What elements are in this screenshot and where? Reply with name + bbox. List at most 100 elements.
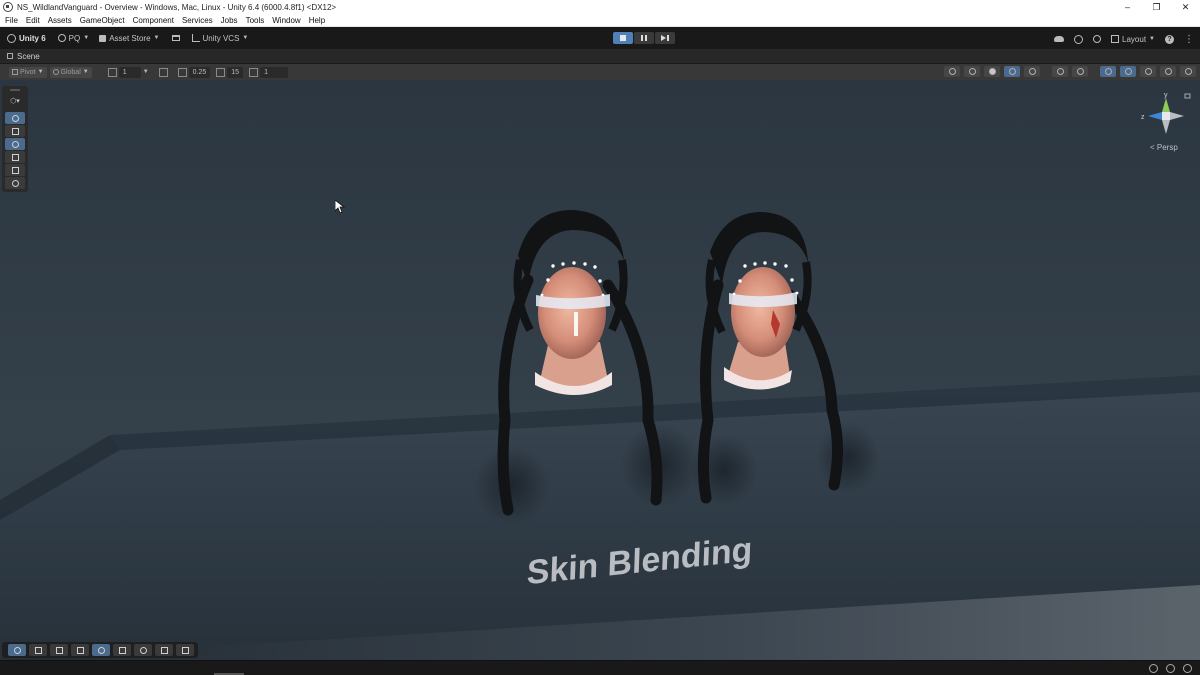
gizmo-center[interactable]	[1162, 112, 1170, 120]
rotate-icon	[11, 140, 19, 148]
menu-window[interactable]: Window	[268, 14, 304, 27]
orientation-gizmo[interactable]: y z	[1140, 90, 1194, 148]
projection-label[interactable]: < Persp	[1150, 143, 1178, 152]
asset-store-dropdown[interactable]: Asset Store ▼	[95, 30, 163, 46]
2d-icon	[1056, 68, 1064, 75]
bug-icon[interactable]	[1149, 664, 1158, 673]
overlay-tool-5[interactable]	[92, 644, 110, 656]
pivot-dropdown[interactable]: Pivot ▼	[9, 66, 47, 78]
layout-dropdown[interactable]: Layout ▼	[1111, 31, 1155, 47]
menu-file[interactable]: File	[0, 14, 22, 27]
menu-services[interactable]: Services	[178, 14, 217, 27]
chevron-down-icon: ▼	[1149, 36, 1155, 42]
settings-icon[interactable]	[1183, 664, 1192, 673]
lock-icon[interactable]	[1184, 93, 1191, 99]
menu-component[interactable]: Component	[129, 14, 178, 27]
menu-bar: File Edit Assets GameObject Component Se…	[0, 14, 1200, 27]
version-control-dropdown[interactable]: Unity VCS ▼	[188, 30, 253, 46]
tab-scene[interactable]: Scene	[0, 52, 40, 61]
package-manager-button[interactable]	[168, 30, 184, 46]
scale-snap-field[interactable]: 1	[260, 66, 289, 78]
menu-help[interactable]: Help	[305, 14, 329, 27]
more-options-icon[interactable]: ⋮	[1184, 34, 1194, 44]
overlay-tool-6[interactable]	[113, 644, 131, 656]
audio-toggle-button[interactable]	[1072, 66, 1088, 77]
account-dropdown[interactable]: PQ ▼	[54, 30, 94, 46]
unity-account-button[interactable]: Unity 6	[3, 30, 50, 46]
window-title-bar: NS_WildlandVanguard - Overview - Windows…	[0, 0, 1200, 14]
grid-snap-field[interactable]: 1	[118, 66, 141, 78]
overlay-tool-3[interactable]	[50, 644, 68, 656]
orientation-icon	[948, 68, 956, 75]
layers-icon	[1144, 68, 1152, 75]
account-icon	[57, 34, 66, 42]
unity-logo-icon	[7, 33, 16, 43]
lighting-button[interactable]	[1004, 66, 1020, 77]
rotation-snap-field[interactable]: 15	[227, 66, 244, 78]
snap-toggle-icon[interactable]	[158, 67, 168, 77]
toolbar-right: Layout ▼ ? ⋮	[1054, 31, 1194, 47]
visibility-button[interactable]	[1120, 66, 1136, 77]
menu-tools[interactable]: Tools	[242, 14, 269, 27]
overlay-tool-2[interactable]	[29, 644, 47, 656]
layout-label: Layout	[1122, 34, 1147, 44]
rotation-snap-icon[interactable]	[216, 67, 226, 77]
pause-button[interactable]	[634, 32, 654, 44]
wireframe-icon	[968, 68, 976, 75]
restore-button[interactable]: ❐	[1142, 0, 1171, 14]
scale-tool-button[interactable]	[5, 151, 25, 163]
camera-settings-button[interactable]	[1160, 66, 1176, 77]
global-dropdown[interactable]: Global ▼	[49, 66, 92, 78]
debug-draw-button[interactable]	[1024, 66, 1040, 77]
rect-tool-button[interactable]	[5, 164, 25, 176]
rotation-snap-value: 15	[231, 68, 240, 76]
history-icon[interactable]	[1074, 34, 1084, 44]
help-icon[interactable]: ?	[1165, 34, 1174, 44]
wireframe-button[interactable]	[964, 66, 980, 77]
overlay-tool-7[interactable]	[134, 644, 152, 656]
increment-snap-icon[interactable]	[177, 67, 187, 77]
move-tool-button[interactable]	[5, 125, 25, 137]
overlay-tool-9[interactable]	[176, 644, 194, 656]
hand-tool-button[interactable]	[5, 112, 25, 124]
2d-toggle-button[interactable]	[1052, 66, 1068, 77]
search-icon[interactable]	[1093, 35, 1102, 43]
minimize-button[interactable]: –	[1113, 0, 1142, 14]
orientation-button[interactable]	[944, 66, 960, 77]
console-icon[interactable]	[1166, 664, 1175, 673]
overlay-tool-4[interactable]	[71, 644, 89, 656]
vcs-label: Unity VCS	[202, 33, 240, 43]
cloud-icon[interactable]	[1054, 36, 1065, 42]
increment-snap-field[interactable]: 0.25	[188, 66, 211, 78]
menu-edit[interactable]: Edit	[22, 14, 44, 27]
chevron-down-icon: ▼	[37, 69, 44, 75]
package-icon	[171, 35, 180, 41]
transform-tool-button[interactable]	[5, 177, 25, 189]
overlay-refresh-button[interactable]	[8, 644, 26, 656]
drag-handle[interactable]	[10, 89, 20, 91]
chevron-down-icon[interactable]: ▼	[143, 69, 149, 75]
close-button[interactable]: ✕	[1171, 0, 1200, 14]
menu-gameobject[interactable]: GameObject	[76, 14, 129, 27]
gizmo-z-axis[interactable]	[1148, 112, 1162, 120]
menu-assets[interactable]: Assets	[44, 14, 76, 27]
grid-snap-icon[interactable]	[107, 67, 117, 77]
view-tool-dropdown[interactable]: ⬡▾	[5, 94, 25, 108]
gizmo-neg-y-axis[interactable]	[1162, 120, 1170, 134]
pause-icon	[641, 35, 647, 41]
overlay-tool-8[interactable]	[155, 644, 173, 656]
layers-button[interactable]	[1140, 66, 1156, 77]
scene-viewport[interactable]: Skin Blending ⬡▾ y z < Persp	[0, 80, 1200, 660]
scale-snap-icon[interactable]	[249, 67, 259, 77]
play-button[interactable]	[613, 32, 633, 44]
gizmos-button[interactable]	[1180, 66, 1196, 77]
step-button[interactable]	[655, 32, 675, 44]
gizmo-x-axis[interactable]	[1170, 112, 1184, 120]
effects-button[interactable]	[1100, 66, 1116, 77]
shaded-button[interactable]	[984, 66, 1000, 77]
rotate-tool-button[interactable]	[5, 138, 25, 150]
menu-jobs[interactable]: Jobs	[217, 14, 242, 27]
gizmo-y-axis[interactable]	[1162, 98, 1170, 112]
camera-icon	[181, 646, 189, 654]
asset-store-icon	[99, 34, 107, 42]
